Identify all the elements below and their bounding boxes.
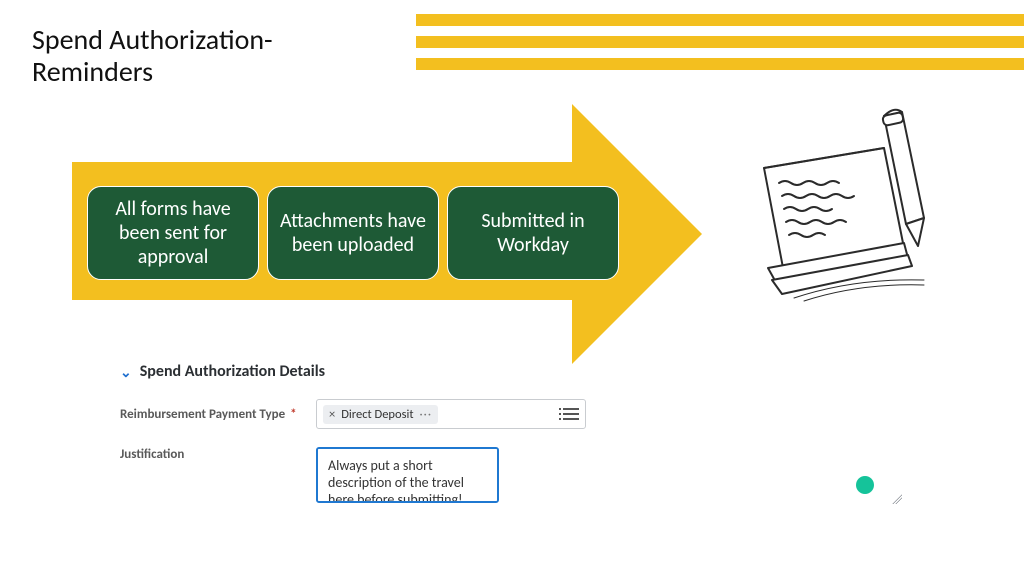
- step-card: All forms have been sent for approval: [87, 186, 259, 280]
- payment-type-field[interactable]: × Direct Deposit ···: [316, 399, 586, 429]
- payment-type-row: Reimbursement Payment Type * × Direct De…: [120, 399, 910, 429]
- resize-handle-icon[interactable]: [892, 494, 902, 504]
- remove-chip-icon[interactable]: ×: [329, 407, 335, 422]
- decorative-stripe: [416, 36, 1024, 48]
- step-label: Submitted in Workday: [456, 209, 610, 257]
- slide-title: Spend Authorization- Reminders: [32, 24, 273, 88]
- justification-label: Justification: [120, 447, 316, 462]
- slide-title-text: Spend Authorization- Reminders: [32, 22, 273, 89]
- notepad-illustration: [734, 108, 944, 308]
- step-card: Submitted in Workday: [447, 186, 619, 280]
- justification-row: Justification: [120, 447, 910, 508]
- step-row: All forms have been sent for approval At…: [87, 186, 619, 280]
- label-text: Justification: [120, 447, 184, 462]
- payment-type-label: Reimbursement Payment Type *: [120, 407, 316, 422]
- required-asterisk: *: [290, 407, 296, 422]
- decorative-stripe: [416, 14, 1024, 26]
- section-header[interactable]: ⌄ Spend Authorization Details: [120, 362, 910, 381]
- grammarly-icon: [856, 476, 874, 494]
- header-stripes: [416, 14, 1024, 70]
- spend-authorization-details-panel: ⌄ Spend Authorization Details Reimbursem…: [120, 362, 910, 526]
- chip-more-icon[interactable]: ···: [420, 407, 432, 422]
- justification-input[interactable]: [316, 447, 499, 503]
- payment-type-chip[interactable]: × Direct Deposit ···: [323, 405, 438, 424]
- label-text: Reimbursement Payment Type: [120, 407, 285, 422]
- chip-label: Direct Deposit: [341, 407, 413, 422]
- step-label: All forms have been sent for approval: [96, 197, 250, 269]
- section-title: Spend Authorization Details: [140, 362, 325, 381]
- chevron-down-icon: ⌄: [120, 364, 132, 381]
- step-label: Attachments have been uploaded: [276, 209, 430, 257]
- justification-wrapper: [316, 447, 910, 508]
- decorative-stripe: [416, 58, 1024, 70]
- process-arrow: All forms have been sent for approval At…: [72, 104, 706, 364]
- list-picker-icon[interactable]: [563, 408, 579, 420]
- step-card: Attachments have been uploaded: [267, 186, 439, 280]
